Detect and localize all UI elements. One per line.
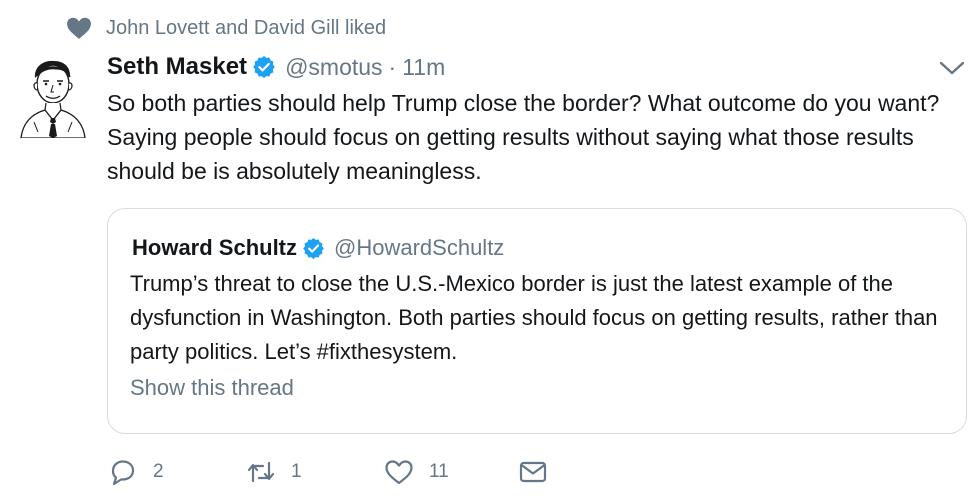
quoted-author-handle: @HowardSchultz — [334, 235, 505, 260]
heart-outline-icon — [385, 460, 413, 485]
like-count: 11 — [429, 461, 449, 482]
separator-dot: · — [388, 53, 397, 80]
avatar[interactable] — [18, 56, 88, 138]
quoted-author-name: Howard Schultz — [132, 235, 298, 260]
quoted-tweet-card[interactable]: Howard Schultz @HowardSchultz Trump’s th… — [107, 208, 967, 434]
chevron-down-icon[interactable] — [938, 56, 966, 80]
liked-by-row: John Lovett and David Gill liked — [66, 14, 386, 42]
retweet-icon — [247, 461, 275, 483]
retweet-button[interactable]: 1 — [245, 452, 302, 492]
reply-button[interactable]: 2 — [107, 452, 164, 492]
tweet-header: Seth Masket @smotus · 11m — [107, 50, 445, 84]
author-handle[interactable]: @smotus — [285, 54, 382, 81]
show-thread-link[interactable]: Show this thread — [130, 375, 294, 401]
author-name[interactable]: Seth Masket — [107, 53, 247, 81]
verified-badge-icon — [303, 237, 324, 259]
tweet-actions: 2 1 11 — [107, 452, 967, 492]
quoted-tweet-text: Trump’s threat to close the U.S.-Mexico … — [130, 271, 938, 364]
like-button[interactable]: 11 — [383, 452, 449, 492]
heart-icon — [67, 17, 91, 39]
tweet-timestamp[interactable]: 11m — [402, 54, 445, 81]
tweet-text: So both parties should help Trump close … — [107, 90, 940, 184]
retweet-count: 1 — [291, 461, 302, 482]
liked-by-text[interactable]: John Lovett and David Gill liked — [106, 17, 386, 40]
direct-message-button[interactable] — [517, 452, 549, 492]
reply-icon — [111, 460, 135, 486]
envelope-icon — [519, 461, 547, 483]
reply-count: 2 — [153, 461, 164, 482]
quoted-tweet-header: Howard Schultz @HowardSchultz — [132, 231, 504, 265]
verified-badge-icon — [253, 56, 275, 78]
